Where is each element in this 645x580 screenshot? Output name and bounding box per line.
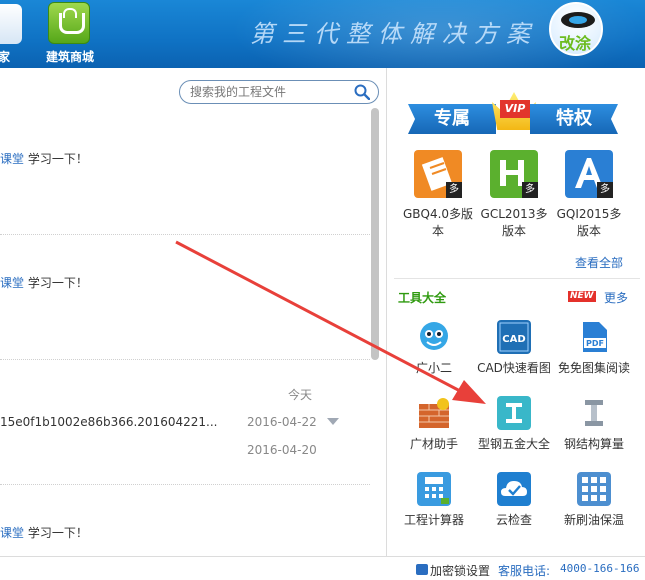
divider	[0, 484, 370, 485]
gbq-icon[interactable]: 多	[414, 150, 462, 198]
tool-label[interactable]: 工程计算器	[394, 511, 474, 528]
search-icon[interactable]	[354, 84, 370, 100]
vip-badge: VIP	[500, 100, 530, 118]
tool-cloud-check[interactable]: 云检查	[474, 472, 554, 528]
vertical-scrollbar[interactable]	[371, 108, 379, 360]
cad-icon[interactable]: CAD	[497, 320, 531, 354]
new-badge: NEW	[568, 291, 596, 302]
nav-home-label[interactable]: 家	[0, 48, 10, 65]
vip-app-gcl[interactable]: 多 GCL2013多版本	[478, 150, 550, 240]
file-date: 2016-04-20	[247, 443, 317, 457]
tool-label[interactable]: 广小二	[394, 359, 474, 376]
lock-icon[interactable]	[416, 564, 428, 575]
divider	[0, 359, 370, 360]
feed-text: 学习一下！	[24, 152, 88, 166]
feed-text: 学习一下！	[24, 276, 88, 290]
vip-app-label[interactable]: GBQ4.0多版本	[402, 206, 474, 240]
vip-app-label[interactable]: GCL2013多版本	[478, 206, 550, 240]
more-link[interactable]: 更多	[604, 289, 628, 306]
svg-text:CAD: CAD	[502, 334, 525, 345]
phone-label: 客服电话:	[498, 564, 551, 578]
search-box[interactable]	[179, 80, 379, 104]
file-date: 2016-04-22	[247, 415, 317, 429]
tool-cad-viewer[interactable]: CAD CAD快速看图	[474, 320, 554, 376]
top-header: 家 建筑商城 第三代整体解决方案 改涂	[0, 0, 645, 68]
tool-label[interactable]: CAD快速看图	[474, 359, 554, 376]
tool-label[interactable]: 钢结构算量	[554, 435, 634, 452]
pdf-icon[interactable]: PDF	[577, 320, 611, 354]
feed-item: 课堂 学习一下！	[0, 274, 88, 291]
logo-mark-icon	[561, 12, 595, 28]
tools-title: 工具大全	[398, 291, 447, 305]
multi-version-badge: 多	[522, 182, 538, 198]
vip-app-gbq[interactable]: 多 GBQ4.0多版本	[402, 150, 474, 240]
feed-link[interactable]: 课堂	[0, 526, 24, 540]
vip-banner[interactable]: 专属 VIP 特权	[408, 90, 618, 134]
main-panel: 课堂 学习一下！ 课堂 学习一下！ 今天 15e0f1b1002e86b366.…	[0, 68, 387, 556]
shopping-bag-icon[interactable]	[48, 2, 90, 44]
search-input[interactable]	[190, 84, 350, 100]
multi-version-badge: 多	[446, 182, 462, 198]
paint-insulation-icon[interactable]	[577, 472, 611, 506]
slogan: 第三代整体解决方案	[250, 20, 538, 48]
logo-text: 改涂	[559, 34, 592, 53]
tool-label[interactable]: 新刷油保温	[554, 511, 634, 528]
feed-link[interactable]: 课堂	[0, 276, 24, 290]
vip-banner-right: 特权	[530, 104, 618, 134]
tool-pdf-reader[interactable]: PDF 免免图集阅读	[554, 320, 634, 376]
vip-app-label[interactable]: GQI2015多版本	[553, 206, 625, 240]
status-footer: 加密锁设置 客服电话: 4000-166-166	[0, 556, 645, 580]
multi-version-badge: 多	[597, 182, 613, 198]
tool-label[interactable]: 型钢五金大全	[474, 435, 554, 452]
cloud-check-icon[interactable]	[497, 472, 531, 506]
chevron-down-icon[interactable]	[327, 418, 339, 425]
brand-logo: 改涂	[549, 2, 603, 56]
right-sidebar: 专属 VIP 特权 多 GBQ4.0多版本 多 GCL2013多版本 多 GQI…	[388, 68, 645, 556]
feed-text: 学习一下！	[24, 526, 88, 540]
tool-materials-helper[interactable]: 广材助手	[394, 396, 474, 452]
steel-structure-icon[interactable]	[577, 396, 611, 430]
today-label: 今天	[288, 388, 313, 402]
tool-steel-hardware[interactable]: 型钢五金大全	[474, 396, 554, 452]
recent-file-name[interactable]: 15e0f1b1002e86b366.201604221...	[0, 415, 217, 429]
steel-icon[interactable]	[497, 396, 531, 430]
home-icon[interactable]	[0, 4, 22, 44]
tool-paint-insulation[interactable]: 新刷油保温	[554, 472, 634, 528]
divider	[394, 278, 640, 279]
tool-label[interactable]: 云检查	[474, 511, 554, 528]
mascot-icon[interactable]	[417, 320, 451, 354]
materials-icon[interactable]	[417, 396, 451, 430]
gqi-icon[interactable]: 多	[565, 150, 613, 198]
tool-calculator[interactable]: 工程计算器	[394, 472, 474, 528]
view-all-link[interactable]: 查看全部	[575, 254, 623, 271]
vip-banner-left: 专属	[408, 104, 496, 134]
tool-steel-structure[interactable]: 钢结构算量	[554, 396, 634, 452]
svg-text:PDF: PDF	[586, 339, 604, 348]
tool-label[interactable]: 免免图集阅读	[554, 359, 634, 376]
feed-item: 课堂 学习一下！	[0, 524, 88, 541]
feed-item: 课堂 学习一下！	[0, 150, 88, 167]
gcl-icon[interactable]: 多	[490, 150, 538, 198]
vip-app-gqi[interactable]: 多 GQI2015多版本	[553, 150, 625, 240]
lock-settings-link[interactable]: 加密锁设置	[430, 562, 490, 579]
nav-mall-button[interactable]: 建筑商城	[40, 0, 104, 68]
divider	[0, 234, 370, 235]
feed-link[interactable]: 课堂	[0, 152, 24, 166]
phone-number: 4000-166-166	[560, 562, 640, 575]
tool-label[interactable]: 广材助手	[394, 435, 474, 452]
nav-mall-label[interactable]: 建筑商城	[46, 48, 94, 65]
calculator-icon[interactable]	[417, 472, 451, 506]
tool-guangxiaoer[interactable]: 广小二	[394, 320, 474, 376]
